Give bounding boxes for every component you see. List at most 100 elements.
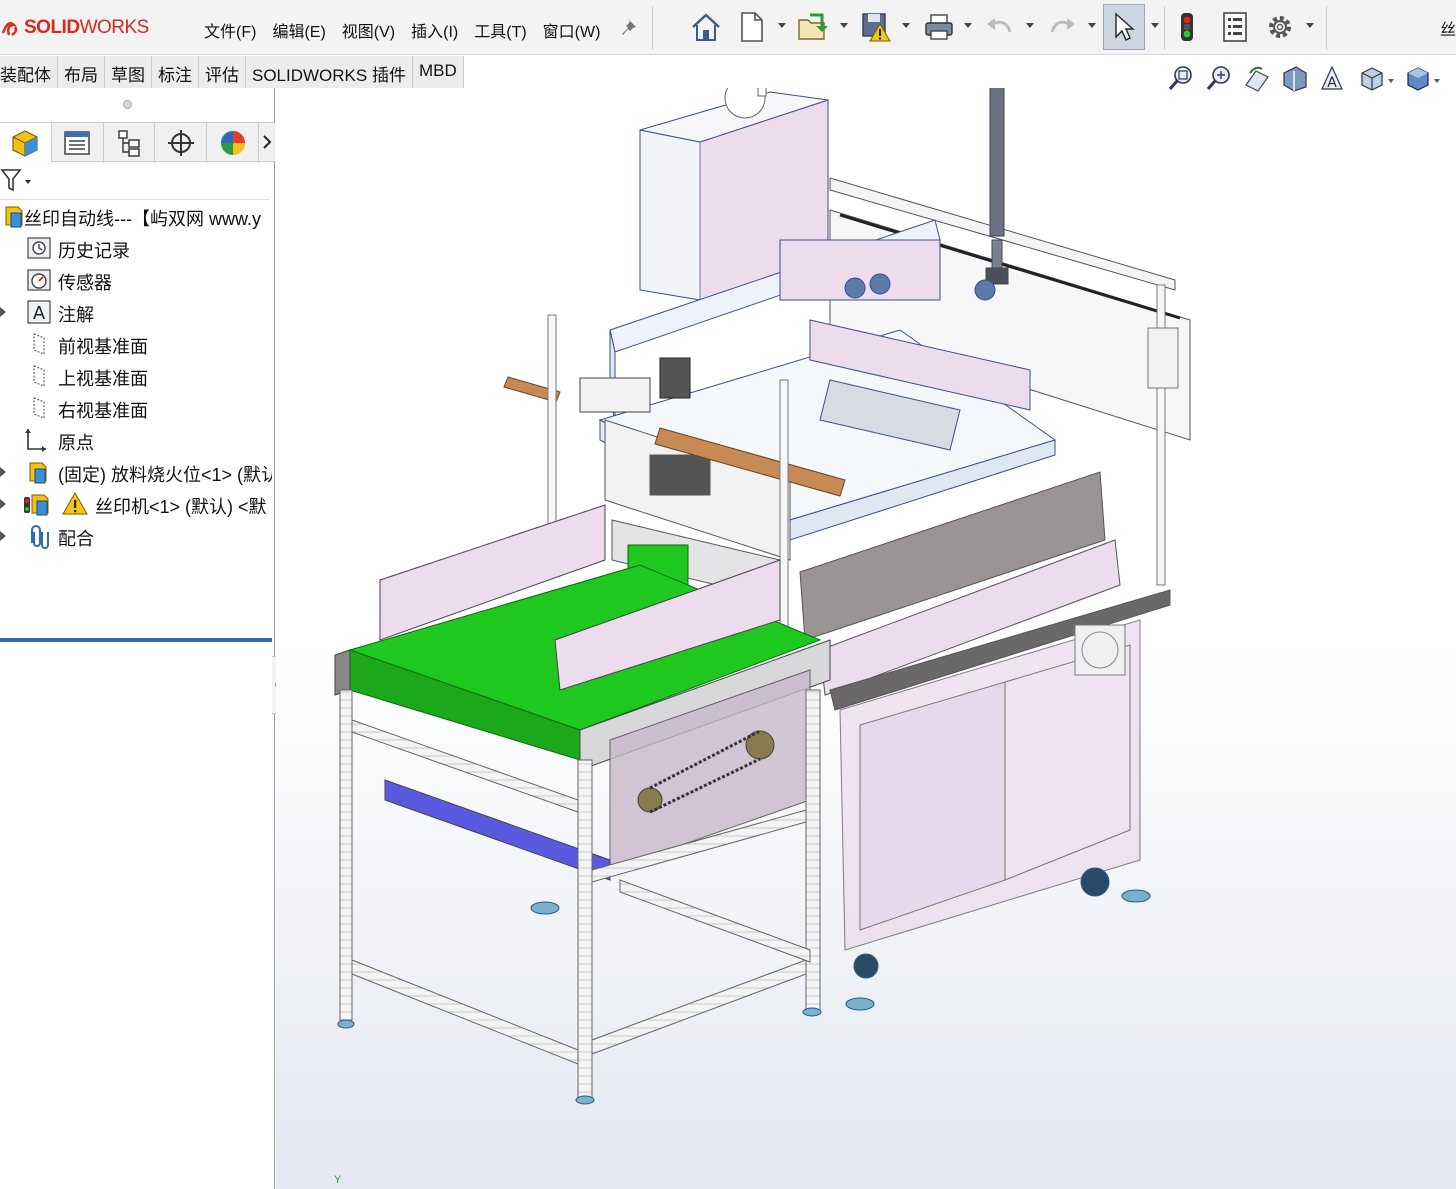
tree-item-label: 上视基准面 (58, 369, 148, 389)
expand-arrow-icon[interactable] (0, 499, 6, 509)
options-button[interactable] (1264, 8, 1296, 46)
new-document-button[interactable] (738, 8, 766, 46)
select-button[interactable] (1103, 4, 1145, 50)
rebuild-button[interactable] (1176, 8, 1198, 46)
expand-arrow-icon[interactable] (0, 531, 6, 541)
view-orientation-dropdown-caret[interactable] (1388, 79, 1394, 83)
tab-evaluate[interactable]: 评估 (199, 56, 246, 88)
menu-view[interactable]: 视图(V) (334, 14, 403, 46)
options-dropdown-caret[interactable] (1306, 23, 1314, 28)
menu-window[interactable]: 窗口(W) (535, 14, 609, 46)
title-menu-bar: SOLIDWORKS 文件(F) 编辑(E) 视图(V) 插入(I) 工具(T)… (0, 0, 1456, 55)
origin-icon (25, 429, 46, 452)
redo-dropdown-caret[interactable] (1088, 23, 1096, 28)
solidworks-logo[interactable]: SOLIDWORKS (0, 14, 149, 42)
menu-tools[interactable]: 工具(T) (466, 14, 534, 46)
previous-view-icon[interactable] (1242, 63, 1272, 93)
tree-item-fixed-subassembly[interactable]: (固定) 放料烧火位<1> (默认 (0, 456, 272, 488)
new-dropdown-caret[interactable] (778, 23, 786, 28)
tree-item-label: 丝印机<1> (默认) <默 (95, 497, 267, 517)
tree-root-assembly[interactable]: 丝印自动线---【屿双网 www.y (0, 200, 272, 232)
plane-icon (33, 397, 45, 419)
graphics-area[interactable]: Y (276, 88, 1456, 1189)
open-button[interactable] (796, 8, 832, 46)
tree-item-top-plane[interactable]: 上视基准面 (0, 360, 272, 392)
brand-name: SOLIDWORKS (24, 17, 149, 38)
tree-item-right-plane[interactable]: 右视基准面 (0, 392, 272, 424)
tab-mbd[interactable]: MBD (412, 56, 464, 88)
save-warning-icon (862, 13, 891, 42)
print-button[interactable] (922, 8, 956, 46)
displaymanager-tab[interactable] (207, 123, 260, 163)
crosshair-icon (167, 130, 194, 156)
tree-filter[interactable] (0, 162, 270, 200)
tab-sketch[interactable]: 草图 (105, 56, 152, 88)
subassembly-icon (29, 462, 47, 484)
display-style-icon[interactable] (1402, 63, 1432, 93)
open-folder-icon (798, 13, 828, 40)
print-dropdown-caret[interactable] (964, 23, 972, 28)
tree-root-label: 丝印自动线---【屿双网 www.y (24, 209, 261, 229)
vertical-cylinder (985, 88, 1009, 285)
right-workbench (799, 471, 1171, 951)
display-style-dropdown-caret[interactable] (1434, 79, 1440, 83)
select-dropdown-caret[interactable] (1151, 23, 1159, 28)
history-icon (27, 237, 51, 259)
expand-arrow-icon[interactable] (0, 467, 6, 477)
tree-item-label: 配合 (58, 529, 94, 549)
more-tabs-button[interactable] (259, 123, 275, 161)
tree-item-screen-printer[interactable]: 丝印机<1> (默认) <默 (0, 488, 272, 520)
tree-item-sensors[interactable]: 传感器 (0, 264, 272, 296)
tab-solidworks-addins[interactable]: SOLIDWORKS 插件 (246, 56, 413, 88)
open-dropdown-caret[interactable] (840, 23, 848, 28)
pin-icon[interactable] (620, 16, 642, 38)
assembly-model[interactable] (276, 88, 1456, 1189)
property-list-icon (64, 131, 90, 155)
window-title-fragment: 丝 (1439, 22, 1456, 39)
rollback-bar[interactable] (0, 638, 272, 642)
tab-assembly[interactable]: 装配体 (0, 56, 58, 88)
undo-button[interactable] (984, 8, 1016, 46)
svg-text:A: A (33, 303, 46, 324)
panel-resize-grip[interactable] (123, 100, 132, 109)
file-properties-button[interactable] (1220, 8, 1250, 46)
home-button[interactable] (688, 8, 724, 46)
print-icon (925, 14, 953, 40)
manager-tabs (0, 122, 275, 163)
ds-logo-icon (1, 22, 18, 36)
undo-icon (987, 18, 1012, 33)
tree-item-front-plane[interactable]: 前视基准面 (0, 328, 272, 360)
propertymanager-tab[interactable] (52, 123, 104, 163)
redo-button[interactable] (1046, 8, 1078, 46)
tree-item-mates[interactable]: 配合 (0, 520, 272, 552)
tree-item-annotations[interactable]: A 注解 (0, 296, 272, 328)
section-view-icon[interactable] (1280, 63, 1310, 93)
configurationmanager-tab[interactable] (104, 123, 156, 163)
home-icon (692, 13, 720, 41)
dimxpertmanager-tab[interactable] (155, 123, 208, 163)
featuremanager-tab[interactable] (0, 123, 52, 163)
configuration-tree-icon (118, 130, 140, 157)
zoom-to-area-icon[interactable] (1204, 63, 1234, 93)
annotation-icon: A (27, 300, 51, 324)
tree-item-history[interactable]: 历史记录 (0, 232, 272, 264)
dynamic-annotation-icon[interactable]: A (1318, 63, 1348, 93)
save-button[interactable] (860, 8, 894, 46)
undo-dropdown-caret[interactable] (1026, 23, 1034, 28)
plane-icon (33, 365, 45, 387)
menu-edit[interactable]: 编辑(E) (264, 14, 333, 46)
tab-layout[interactable]: 布局 (58, 56, 105, 88)
zoom-to-fit-icon[interactable] (1166, 63, 1196, 93)
new-document-icon (741, 12, 763, 42)
menu-file[interactable]: 文件(F) (196, 14, 264, 46)
tree-item-origin[interactable]: 原点 (0, 424, 272, 456)
sensor-icon (27, 269, 51, 291)
expand-arrow-icon[interactable] (0, 307, 6, 317)
tree-item-label: (固定) 放料烧火位<1> (默认 (58, 465, 272, 485)
feature-tree: 丝印自动线---【屿双网 www.y 历史记录 传感器 A 注解 前视基准面 上… (0, 200, 272, 552)
menu-insert[interactable]: 插入(I) (403, 14, 466, 46)
view-orientation-icon[interactable] (1356, 63, 1386, 93)
toolbar-separator (1326, 6, 1327, 50)
tab-markup[interactable]: 标注 (152, 56, 199, 88)
save-dropdown-caret[interactable] (902, 23, 910, 28)
